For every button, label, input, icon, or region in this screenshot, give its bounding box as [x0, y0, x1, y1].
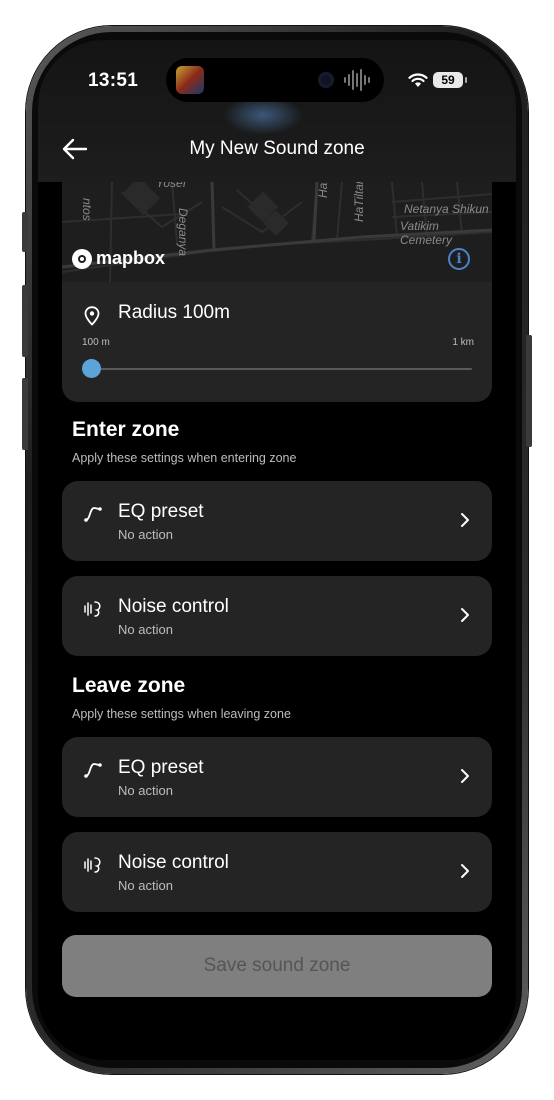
row-status: No action	[118, 783, 173, 798]
map-view[interactable]: Yosef Deganya HaP HaTiltan ntos Netanya …	[62, 182, 492, 282]
mapbox-mark-icon	[72, 248, 92, 269]
leave-noise-control-row[interactable]: Noise control No action	[62, 832, 492, 912]
row-status: No action	[118, 527, 173, 542]
chevron-right-icon	[461, 513, 469, 527]
street-label: Vatikim Cemetery	[400, 219, 453, 247]
noise-control-icon	[84, 857, 101, 873]
street-label: Yosef	[156, 182, 187, 190]
noise-control-icon	[84, 601, 101, 617]
status-time: 13:51	[88, 70, 139, 91]
info-icon[interactable]: i	[448, 248, 470, 270]
radius-slider-track[interactable]	[82, 368, 472, 370]
radius-card: Radius 100m 100 m 1 km	[62, 282, 492, 402]
mapbox-text: mapbox	[96, 248, 166, 268]
radius-label: Radius 100m	[118, 302, 230, 323]
leave-zone-subtitle: Apply these settings when leaving zone	[72, 707, 291, 721]
chevron-right-icon	[461, 608, 469, 622]
power-button	[526, 335, 532, 447]
row-status: No action	[118, 878, 173, 893]
save-sound-zone-button[interactable]: Save sound zone	[62, 935, 492, 997]
enter-zone-title: Enter zone	[72, 418, 180, 441]
street-label: HaTiltan	[352, 182, 366, 222]
app-screen: 13:51 59 My New Sound zone Yosef Deganya…	[38, 40, 516, 1060]
row-title: EQ preset	[118, 501, 204, 522]
location-pin-icon	[84, 306, 100, 326]
radius-slider-thumb[interactable]	[81, 359, 101, 378]
chevron-right-icon	[461, 864, 469, 878]
row-title: EQ preset	[118, 757, 204, 778]
row-title: Noise control	[118, 596, 229, 617]
street-label: HaP	[316, 182, 330, 198]
enter-eq-preset-row[interactable]: EQ preset No action	[62, 481, 492, 561]
mapbox-logo[interactable]: mapbox	[72, 248, 165, 269]
enter-noise-control-row[interactable]: Noise control No action	[62, 576, 492, 656]
radius-max-label: 1 km	[452, 337, 474, 348]
volume-down-button	[22, 378, 28, 450]
street-label: Netanya Shikun	[404, 202, 489, 216]
leave-zone-title: Leave zone	[72, 674, 186, 697]
enter-zone-subtitle: Apply these settings when entering zone	[72, 451, 297, 465]
dynamic-island[interactable]	[166, 58, 384, 102]
waveform-icon	[344, 69, 370, 91]
app-thumbnail-icon	[176, 66, 204, 94]
battery-indicator: 59	[433, 72, 467, 88]
row-status: No action	[118, 622, 173, 637]
eq-curve-icon	[84, 507, 102, 522]
row-title: Noise control	[118, 852, 229, 873]
volume-up-button	[22, 285, 28, 357]
street-label: Deganya	[176, 208, 190, 257]
radius-min-label: 100 m	[82, 337, 110, 348]
street-label: ntos	[80, 198, 94, 221]
eq-curve-icon	[84, 763, 102, 778]
chevron-right-icon	[461, 769, 469, 783]
leave-eq-preset-row[interactable]: EQ preset No action	[62, 737, 492, 817]
page-title: My New Sound zone	[189, 138, 365, 159]
action-button	[22, 212, 28, 252]
wifi-icon	[408, 73, 428, 87]
front-camera	[318, 72, 334, 88]
